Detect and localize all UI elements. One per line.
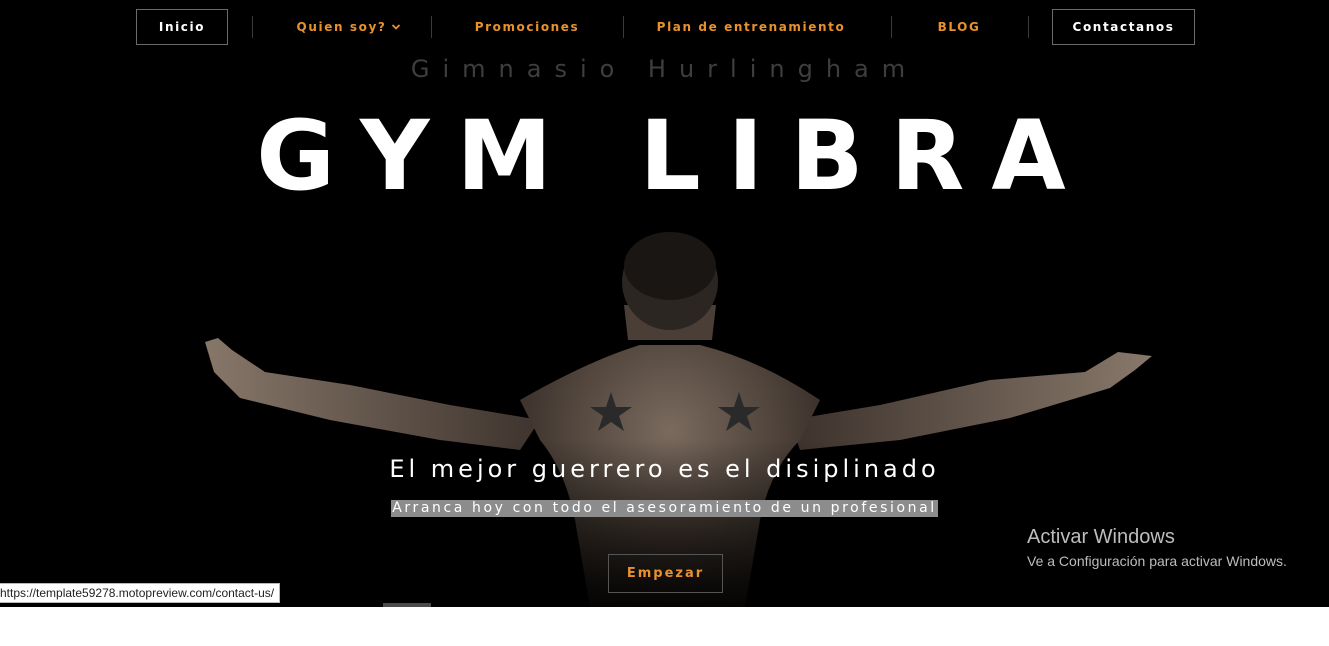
windows-activation-subtitle: Ve a Configuración para activar Windows. [1027, 553, 1287, 569]
nav-quien-soy-label: Quien soy? [296, 20, 387, 34]
status-bar-url: https://template59278.motopreview.com/co… [0, 583, 281, 603]
start-button[interactable]: Empezar [608, 554, 723, 593]
nav-divider [623, 16, 624, 38]
hero-section: Inicio Quien soy? Promociones Plan de en… [0, 0, 1329, 607]
nav-divider [891, 16, 892, 38]
nav-quien-soy[interactable]: Quien soy? [286, 9, 412, 45]
nav-promociones[interactable]: Promociones [466, 9, 588, 45]
nav-divider [252, 16, 253, 38]
nav-contactanos[interactable]: Contactanos [1052, 9, 1195, 45]
windows-activation-title: Activar Windows [1027, 526, 1175, 548]
nav-divider [1028, 16, 1029, 38]
hero-headline: GYM LIBRA [256, 100, 1093, 212]
chevron-down-icon [392, 24, 401, 30]
main-nav: Inicio Quien soy? Promociones Plan de en… [136, 9, 1195, 45]
hero-subline-wrap: Arranca hoy con todo el asesoramiento de… [0, 499, 1329, 517]
hero-tagline: El mejor guerrero es el disiplinado [389, 455, 940, 483]
hero-subline: Arranca hoy con todo el asesoramiento de… [391, 500, 938, 517]
slider-indicator[interactable] [383, 603, 431, 607]
hero-subtitle: Gimnasio Hurlingham [410, 55, 919, 83]
windows-activation-watermark: Activar Windows Ve a Configuración para … [1027, 525, 1287, 569]
nav-divider [431, 16, 432, 38]
nav-inicio[interactable]: Inicio [136, 9, 228, 45]
nav-plan-entrenamiento[interactable]: Plan de entrenamiento [656, 9, 846, 45]
nav-blog[interactable]: BLOG [916, 9, 1002, 45]
